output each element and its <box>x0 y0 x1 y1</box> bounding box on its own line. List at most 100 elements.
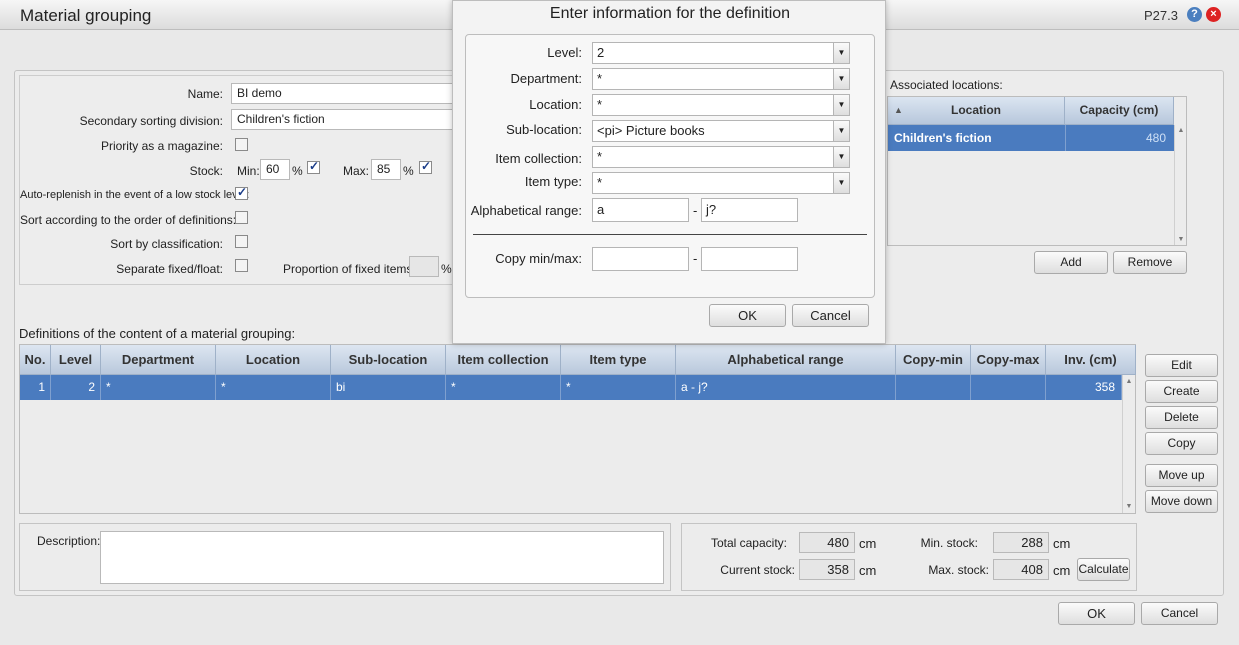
cell-no[interactable]: 1 <box>20 375 51 400</box>
priority-magazine-checkbox[interactable] <box>235 138 248 151</box>
close-icon[interactable]: × <box>1206 7 1221 22</box>
cell-department[interactable]: * <box>101 375 216 400</box>
remove-location-button[interactable]: Remove <box>1113 251 1187 274</box>
max-stock-checkbox[interactable] <box>419 159 432 174</box>
column-header-item-collection[interactable]: Item collection <box>446 345 561 375</box>
cell-copy-min[interactable] <box>896 375 971 400</box>
scroll-up-icon[interactable]: ▲ <box>1175 127 1187 134</box>
dropdown-arrow-icon[interactable]: ▼ <box>833 43 849 63</box>
column-header-level[interactable]: Level <box>51 345 101 375</box>
min-stock-checkbox[interactable] <box>307 159 320 174</box>
dialog-ok-button[interactable]: OK <box>709 304 786 327</box>
column-header-inv[interactable]: Inv. (cm) <box>1046 345 1136 375</box>
definition-dialog: Enter information for the definition Lev… <box>452 0 886 344</box>
dialog-cancel-button[interactable]: Cancel <box>792 304 869 327</box>
level-select[interactable]: 2 ▼ <box>592 42 850 64</box>
auto-replenish-checkbox[interactable] <box>235 185 248 200</box>
current-stock-label: Current stock: <box>720 563 795 577</box>
cell-item-collection[interactable]: * <box>446 375 561 400</box>
column-header-department[interactable]: Department <box>101 345 216 375</box>
sort-order-label: Sort according to the order of definitio… <box>20 213 237 227</box>
column-header-item-type[interactable]: Item type <box>561 345 676 375</box>
ok-button[interactable]: OK <box>1058 602 1135 625</box>
stock-summary-panel <box>681 523 1137 591</box>
column-header-no[interactable]: No. <box>20 345 51 375</box>
cell-inv[interactable]: 358 <box>1046 375 1122 400</box>
name-input[interactable]: BI demo <box>231 83 456 104</box>
delete-button[interactable]: Delete <box>1145 406 1218 429</box>
window-title: Material grouping <box>20 6 152 25</box>
column-header-copy-min[interactable]: Copy-min <box>896 345 971 375</box>
scroll-down-icon[interactable]: ▼ <box>1123 503 1135 510</box>
move-up-button[interactable]: Move up <box>1145 464 1218 487</box>
cell-level[interactable]: 2 <box>51 375 101 400</box>
name-label: Name: <box>187 87 223 101</box>
locations-scrollbar[interactable]: ▲ ▼ <box>1174 125 1186 245</box>
dropdown-arrow-icon[interactable]: ▼ <box>833 69 849 89</box>
add-location-button[interactable]: Add <box>1034 251 1108 274</box>
dropdown-arrow-icon[interactable]: ▼ <box>833 147 849 167</box>
range-dash: - <box>693 203 698 218</box>
separate-fixed-label: Separate fixed/float: <box>116 262 223 276</box>
column-header-capacity[interactable]: Capacity (cm) <box>1065 97 1174 125</box>
min-percent-input[interactable]: 60 <box>260 159 290 180</box>
cell-copy-max[interactable] <box>971 375 1046 400</box>
item-collection-select[interactable]: * ▼ <box>592 146 850 168</box>
table-row[interactable]: Children's fiction 480 <box>888 125 1174 151</box>
location-label: Location: <box>529 97 582 112</box>
secondary-sorting-input[interactable]: Children's fiction <box>231 109 456 130</box>
proportion-fixed-input[interactable] <box>409 256 439 277</box>
dropdown-arrow-icon[interactable]: ▼ <box>833 173 849 193</box>
divider <box>473 234 867 235</box>
dropdown-arrow-icon[interactable]: ▼ <box>833 95 849 115</box>
column-header-copy-max[interactable]: Copy-max <box>971 345 1046 375</box>
edit-button[interactable]: Edit <box>1145 354 1218 377</box>
help-icon[interactable]: ? <box>1187 7 1202 22</box>
column-header-alphabetical-range[interactable]: Alphabetical range <box>676 345 896 375</box>
definitions-grid: No. Level Department Location Sub-locati… <box>19 344 1136 514</box>
max-label: Max: <box>343 164 370 178</box>
range-to-input[interactable]: j? <box>701 198 798 222</box>
item-type-label: Item type: <box>524 174 582 189</box>
sort-order-checkbox[interactable] <box>235 211 248 224</box>
dialog-title: Enter information for the definition <box>549 5 791 22</box>
department-select[interactable]: * ▼ <box>592 68 850 90</box>
definitions-scrollbar[interactable]: ▲ ▼ <box>1122 375 1135 513</box>
location-select[interactable]: * ▼ <box>592 94 850 116</box>
dropdown-arrow-icon[interactable]: ▼ <box>833 121 849 141</box>
create-button[interactable]: Create <box>1145 380 1218 403</box>
max-stock-label: Max. stock: <box>928 563 989 577</box>
column-header-location[interactable]: ▲ Location <box>888 97 1065 125</box>
copy-button[interactable]: Copy <box>1145 432 1218 455</box>
description-label: Description: <box>37 534 101 548</box>
stock-label: Stock: <box>189 164 223 178</box>
sublocation-select[interactable]: <pi> Picture books ▼ <box>592 120 850 142</box>
secondary-sorting-label: Secondary sorting division: <box>79 114 223 128</box>
move-down-button[interactable]: Move down <box>1145 490 1218 513</box>
scroll-up-icon[interactable]: ▲ <box>1123 378 1135 385</box>
description-textarea[interactable] <box>100 531 664 584</box>
cell-location[interactable]: * <box>216 375 331 400</box>
cell-alphabetical-range[interactable]: a - j? <box>676 375 896 400</box>
column-header-location[interactable]: Location <box>216 345 331 375</box>
column-header-sublocation[interactable]: Sub-location <box>331 345 446 375</box>
cancel-button[interactable]: Cancel <box>1141 602 1218 625</box>
cell-item-type[interactable]: * <box>561 375 676 400</box>
calculate-button[interactable]: Calculate <box>1077 558 1130 581</box>
version-label: P27.3 <box>1144 8 1178 23</box>
dialog-form-panel: Level: 2 ▼ Department: * ▼ Location: * ▼… <box>465 34 875 298</box>
item-type-select[interactable]: * ▼ <box>592 172 850 194</box>
sort-classification-checkbox[interactable] <box>235 235 248 248</box>
separate-fixed-checkbox[interactable] <box>235 259 248 272</box>
max-percent-input[interactable]: 85 <box>371 159 401 180</box>
copy-max-input[interactable] <box>701 247 798 271</box>
max-stock-value: 408 <box>993 559 1049 580</box>
cell-sublocation[interactable]: bi <box>331 375 446 400</box>
sort-classification-label: Sort by classification: <box>110 237 223 251</box>
total-capacity-label: Total capacity: <box>710 536 787 550</box>
scroll-down-icon[interactable]: ▼ <box>1175 236 1187 243</box>
definitions-label: Definitions of the content of a material… <box>19 326 296 341</box>
min-stock-value: 288 <box>993 532 1049 553</box>
range-from-input[interactable]: a <box>592 198 689 222</box>
copy-min-input[interactable] <box>592 247 689 271</box>
